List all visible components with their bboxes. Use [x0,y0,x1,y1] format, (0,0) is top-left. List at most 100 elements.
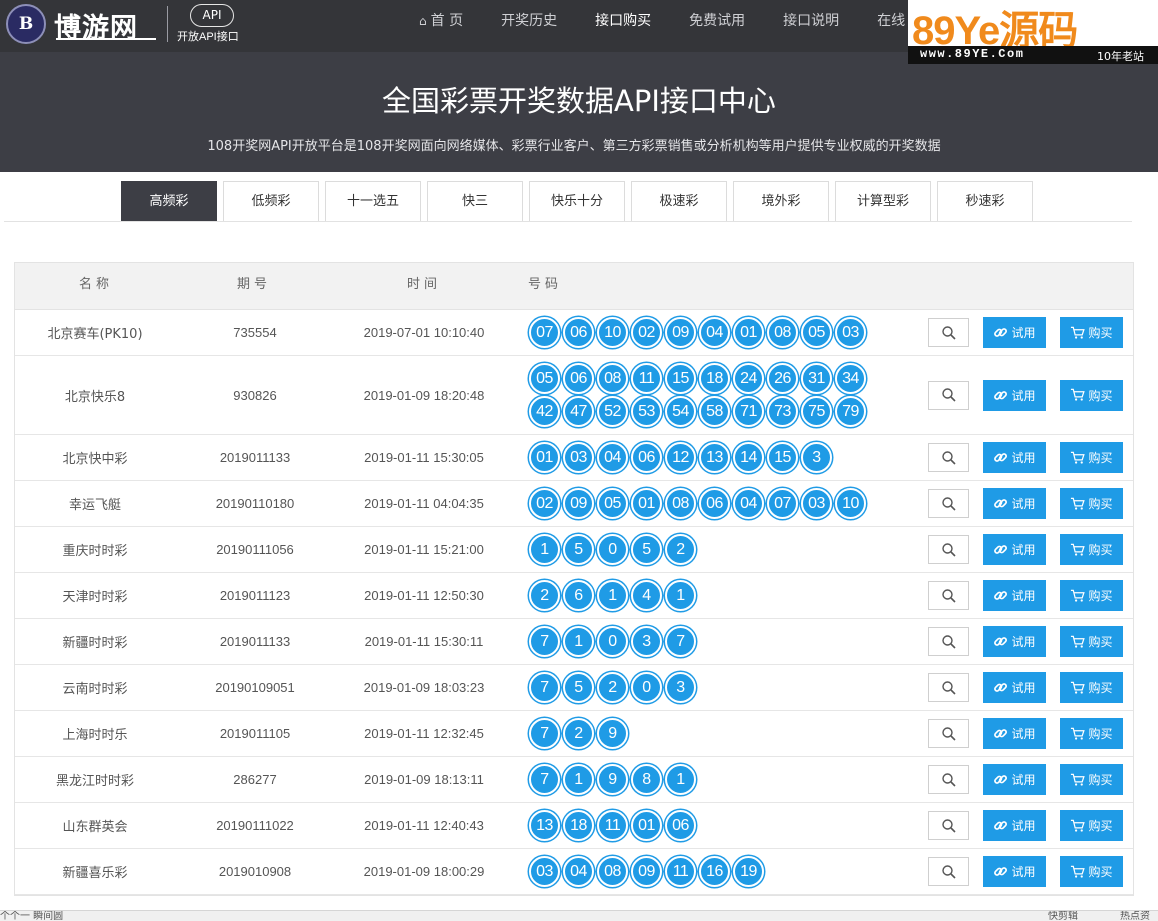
try-button[interactable]: 试用 [983,718,1046,749]
number-ball: 03 [563,442,594,473]
tab-6[interactable]: 境外彩 [733,181,829,222]
buy-button[interactable]: 购买 [1060,488,1123,519]
col-header-name: 名称 [79,277,114,292]
tab-3[interactable]: 快三 [427,181,523,222]
tab-8[interactable]: 秒速彩 [937,181,1033,222]
buy-button[interactable]: 购买 [1060,672,1123,703]
try-button[interactable]: 试用 [983,317,1046,348]
buy-label: 购买 [1088,681,1113,695]
buy-button[interactable]: 购买 [1060,317,1123,348]
buy-button[interactable]: 购买 [1060,442,1123,473]
search-button[interactable] [928,673,969,702]
nav-item-4[interactable]: 接口说明 [764,0,858,44]
try-button[interactable]: 试用 [983,379,1046,411]
number-ball: 0 [597,534,628,565]
try-button[interactable]: 试用 [983,580,1046,611]
tab-5[interactable]: 极速彩 [631,181,727,222]
buy-button[interactable]: 购买 [1060,534,1123,565]
number-ball: 09 [665,317,696,348]
search-button[interactable] [928,535,969,564]
number-ball: 01 [733,317,764,348]
buy-button[interactable]: 购买 [1060,810,1123,841]
try-label: 试用 [1011,543,1036,557]
buy-button[interactable]: 购买 [1060,626,1123,657]
row-actions: 试用 购买 [928,619,1133,664]
lottery-name: 新疆时时彩 [62,636,128,651]
cart-icon [1070,865,1086,879]
nav-item-label: 首 页 [430,13,464,29]
row-actions: 试用 购买 [928,803,1133,848]
number-ball: 11 [597,810,628,841]
search-button[interactable] [928,627,969,656]
tab-7[interactable]: 计算型彩 [835,181,931,222]
issue-number: 2019011105 [219,726,291,741]
table-row: 山东群英会 20190111022 2019-01-11 12:40:43 13 18 1… [15,803,1133,849]
row-actions: 试用 购买 [928,356,1133,434]
search-button[interactable] [928,765,969,794]
number-ball: 3 [665,672,696,703]
buy-button[interactable]: 购买 [1060,856,1123,887]
try-button[interactable]: 试用 [983,488,1046,519]
try-button[interactable]: 试用 [983,856,1046,887]
buy-label: 购买 [1088,589,1113,603]
row-actions: 试用 购买 [928,757,1133,802]
link-icon [993,772,1008,787]
link-icon [993,388,1008,403]
search-button[interactable] [928,857,969,886]
search-icon [941,588,957,604]
number-ball: 34 [835,363,866,394]
number-ball: 42 [529,396,560,427]
tab-2[interactable]: 十一选五 [325,181,421,222]
buy-button[interactable]: 购买 [1060,379,1123,411]
nav-item-2[interactable]: 接口购买 [576,0,670,44]
nav-item-1[interactable]: 开奖历史 [482,0,576,44]
buy-button[interactable]: 购买 [1060,764,1123,795]
row-actions: 试用 购买 [928,481,1133,526]
number-ball: 12 [665,442,696,473]
number-ball: 04 [733,488,764,519]
buy-button[interactable]: 购买 [1060,580,1123,611]
link-icon [993,588,1008,603]
search-button[interactable] [928,811,969,840]
buy-label: 购买 [1088,727,1113,741]
cart-icon [1070,451,1086,465]
number-ball: 02 [529,488,560,519]
try-button[interactable]: 试用 [983,626,1046,657]
try-button[interactable]: 试用 [983,764,1046,795]
number-ball: 7 [529,672,560,703]
link-icon [993,450,1008,465]
try-button[interactable]: 试用 [983,442,1046,473]
results-table: 名称 期号 时间 号码 北京赛车(PK10) 735554 2019-07-01 1… [14,262,1134,896]
number-ball: 03 [529,856,560,887]
tab-1[interactable]: 低频彩 [223,181,319,222]
search-button[interactable] [928,719,969,748]
search-button[interactable] [928,318,969,347]
try-button[interactable]: 试用 [983,672,1046,703]
try-button[interactable]: 试用 [983,810,1046,841]
number-ball: 54 [665,396,696,427]
cart-icon [1070,773,1086,787]
draw-time: 2019-01-09 18:13:11 [364,772,484,787]
issue-number: 2019011123 [219,588,291,603]
search-button[interactable] [928,443,969,472]
number-ball: 07 [529,317,560,348]
try-label: 试用 [1011,681,1036,695]
logo-badge-icon[interactable]: B [6,4,46,44]
draw-time: 2019-01-11 15:30:05 [364,450,484,465]
nav-item-0[interactable]: ⌂ 首 页 [400,0,482,44]
search-button[interactable] [928,489,969,518]
tab-4[interactable]: 快乐十分 [529,181,625,222]
cart-icon [1070,589,1086,603]
search-button[interactable] [928,581,969,610]
try-label: 试用 [1011,589,1036,603]
draw-time: 2019-01-11 04:04:35 [364,496,484,511]
buy-label: 购买 [1088,819,1113,833]
nav-item-3[interactable]: 免费试用 [670,0,764,44]
search-button[interactable] [928,380,969,410]
number-ball: 02 [631,317,662,348]
cart-icon [1070,819,1086,833]
buy-button[interactable]: 购买 [1060,718,1123,749]
number-ball: 15 [665,363,696,394]
try-button[interactable]: 试用 [983,534,1046,565]
tab-0[interactable]: 高频彩 [121,181,217,222]
